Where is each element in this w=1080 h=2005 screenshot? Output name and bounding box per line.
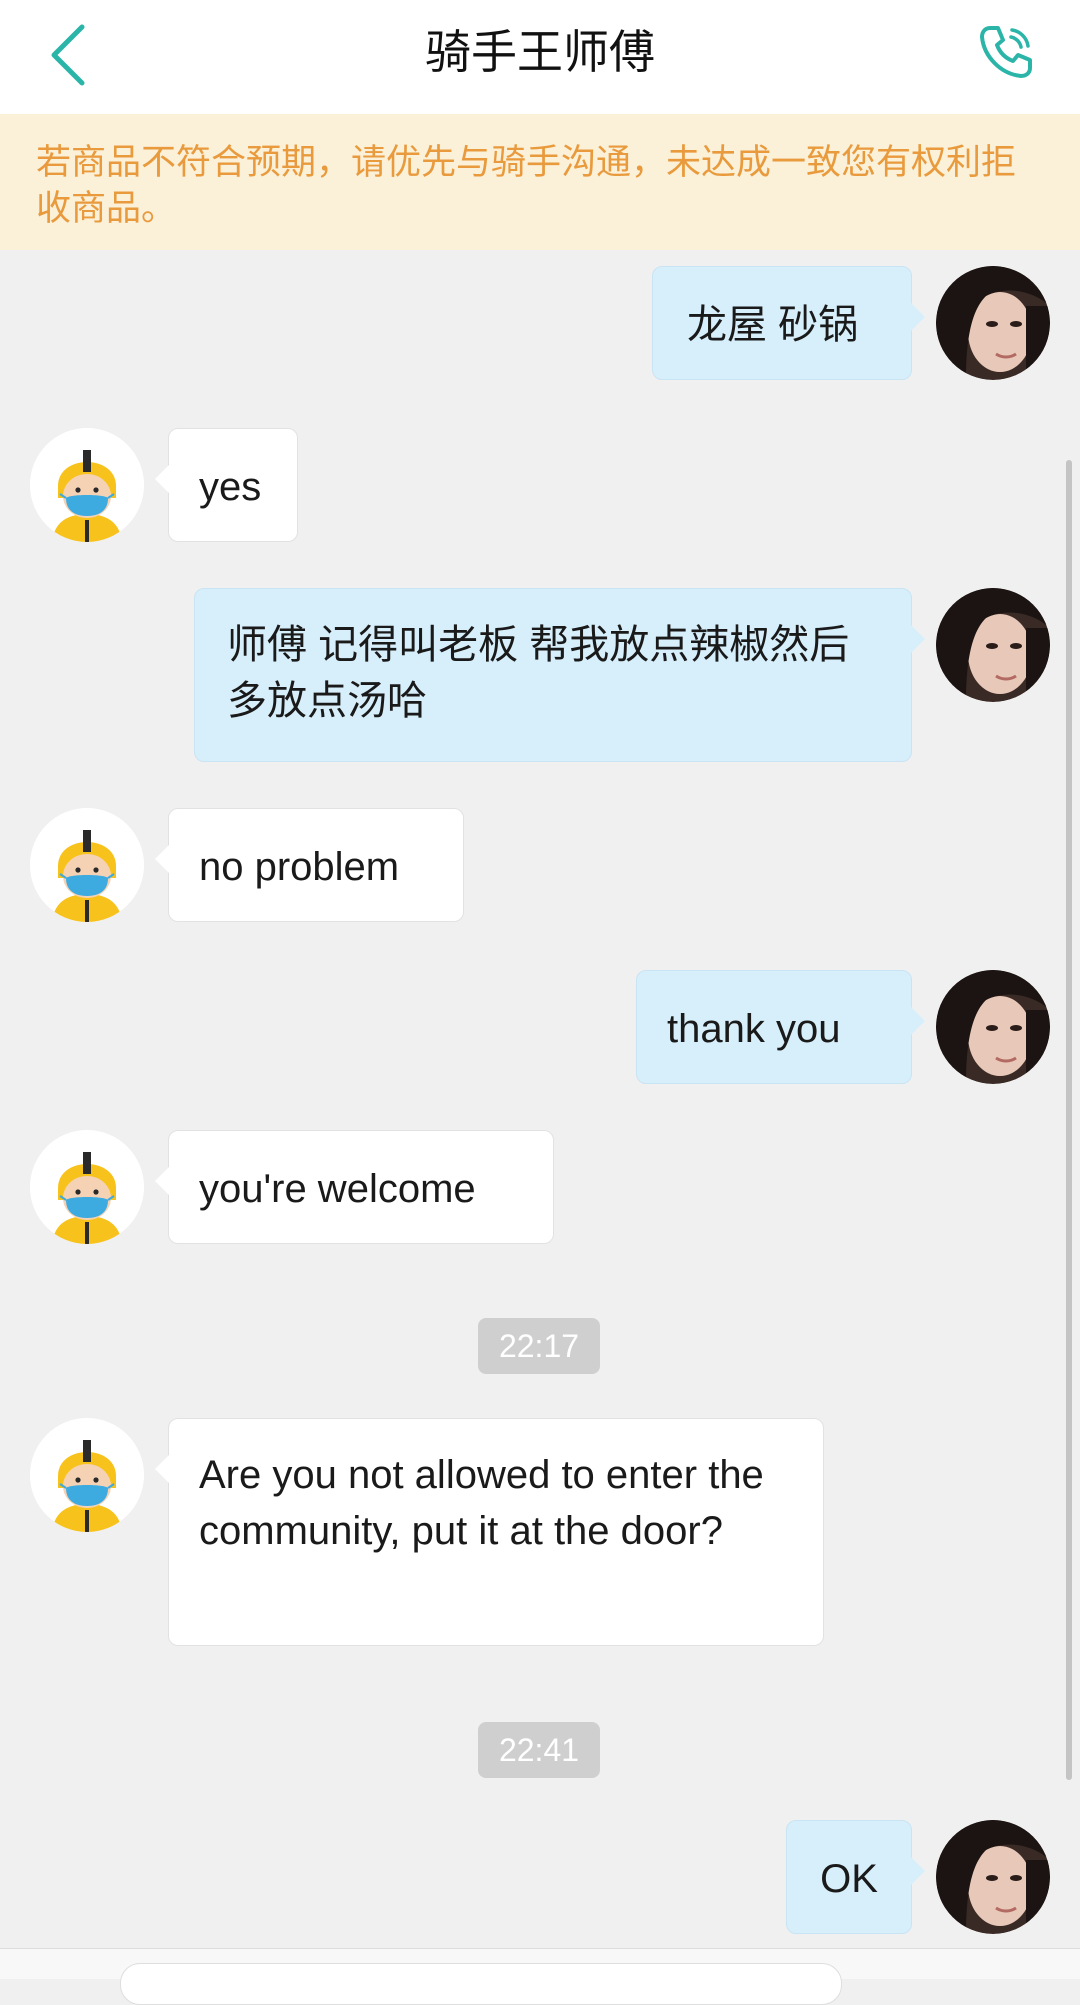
message-input-bar (0, 1948, 1080, 2005)
rider-avatar[interactable] (30, 428, 144, 542)
message-text: Are you not allowed to enter the communi… (199, 1453, 764, 1553)
notice-text: 若商品不符合预期，请优先与骑手沟通，未达成一致您有权利拒收商品。 (36, 143, 1017, 229)
message-bubble-incoming[interactable]: no problem (155, 808, 464, 922)
message-text: yes (199, 465, 262, 509)
message-bubble-outgoing[interactable]: 师傅 记得叫老板 帮我放点辣椒然后多放点汤哈 (194, 588, 925, 762)
message-bubble-incoming[interactable]: Are you not allowed to enter the communi… (155, 1418, 824, 1646)
message-bubble-outgoing[interactable]: OK (786, 1820, 925, 1934)
rider-avatar[interactable] (30, 808, 144, 922)
user-avatar[interactable] (936, 588, 1050, 702)
call-button[interactable] (974, 20, 1038, 84)
rider-avatar[interactable] (30, 1418, 144, 1532)
timestamp-text: 22:41 (498, 1732, 580, 1768)
user-avatar[interactable] (936, 970, 1050, 1084)
message-text: OK (820, 1857, 878, 1901)
phone-icon (980, 26, 1032, 78)
rider-avatar[interactable] (30, 1130, 144, 1244)
message-bubble-outgoing[interactable]: 龙屋 砂锅 (652, 266, 925, 380)
timestamp-divider: 22:17 (478, 1318, 600, 1374)
notice-banner: 若商品不符合预期，请优先与骑手沟通，未达成一致您有权利拒收商品。 (0, 114, 1080, 250)
message-text: no problem (199, 845, 400, 889)
message-text: thank you (667, 1007, 841, 1051)
scrollbar[interactable] (1066, 460, 1072, 1780)
message-input[interactable] (120, 1963, 842, 2005)
message-text: 龙屋 砂锅 (687, 303, 859, 347)
timestamp-divider: 22:41 (478, 1722, 600, 1778)
message-bubble-incoming[interactable]: yes (155, 428, 298, 542)
user-avatar[interactable] (936, 1820, 1050, 1934)
message-bubble-incoming[interactable]: you're welcome (155, 1130, 554, 1244)
user-avatar[interactable] (936, 266, 1050, 380)
message-bubble-outgoing[interactable]: thank you (636, 970, 925, 1084)
chat-title: 骑手王师傅 (425, 25, 655, 79)
message-text: 师傅 记得叫老板 帮我放点辣椒然后多放点汤哈 (227, 623, 850, 723)
timestamp-text: 22:17 (498, 1328, 580, 1364)
chat-header: 骑手王师傅 (0, 0, 1080, 114)
message-text: you're welcome (199, 1167, 476, 1211)
